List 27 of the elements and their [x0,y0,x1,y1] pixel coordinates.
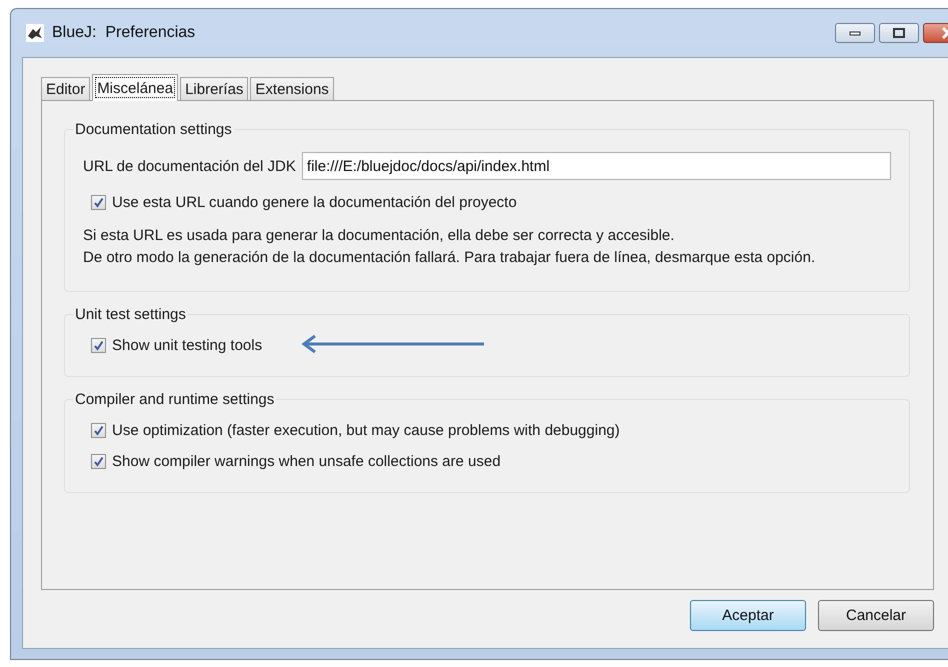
tab[interactable]: Librerías [180,77,248,100]
checkbox[interactable] [91,454,106,469]
url-field[interactable]: file:///E:/bluejdoc/docs/api/index.html [302,152,891,180]
bird-icon [26,24,44,42]
checkbox[interactable] [91,423,106,438]
checkbox[interactable] [91,338,106,353]
checkbox[interactable] [91,195,106,210]
checkbox-label: Use esta URL cuando genere la documentación del proyecto [112,194,517,211]
window-title: BlueJ: Preferencias [52,24,196,42]
checkbox-label: Use optimization (faster execution, but may cause problems with debugging) [112,422,620,439]
checkbox-label: Show compiler warnings when unsafe collections are used [112,453,501,470]
group-title: Compiler and runtime settings [74,391,276,408]
maximize-button[interactable] [879,23,919,43]
tab[interactable]: Editor [41,77,90,100]
minimize-icon [849,30,861,36]
group-title: Documentation settings [74,121,233,138]
tab[interactable]: Extensions [250,77,334,100]
group-title: Unit test settings [74,306,187,323]
note-text: De otro modo la generación de la documentación fallará. Para trabajar fuera de línea, desmarque esta opción. [83,248,816,268]
tab[interactable]: Miscelánea [92,74,178,101]
note-text: Si esta URL es usada para generar la documentación, ella debe ser correcta y accesible. [83,226,676,246]
field-label: URL de documentación del JDK [83,158,296,174]
dialog-button[interactable]: Aceptar [690,600,806,631]
minimize-button[interactable] [835,23,875,43]
dialog-button[interactable]: Cancelar [818,600,934,631]
maximize-icon [892,27,906,39]
checkbox-label: Show unit testing tools [112,337,262,354]
